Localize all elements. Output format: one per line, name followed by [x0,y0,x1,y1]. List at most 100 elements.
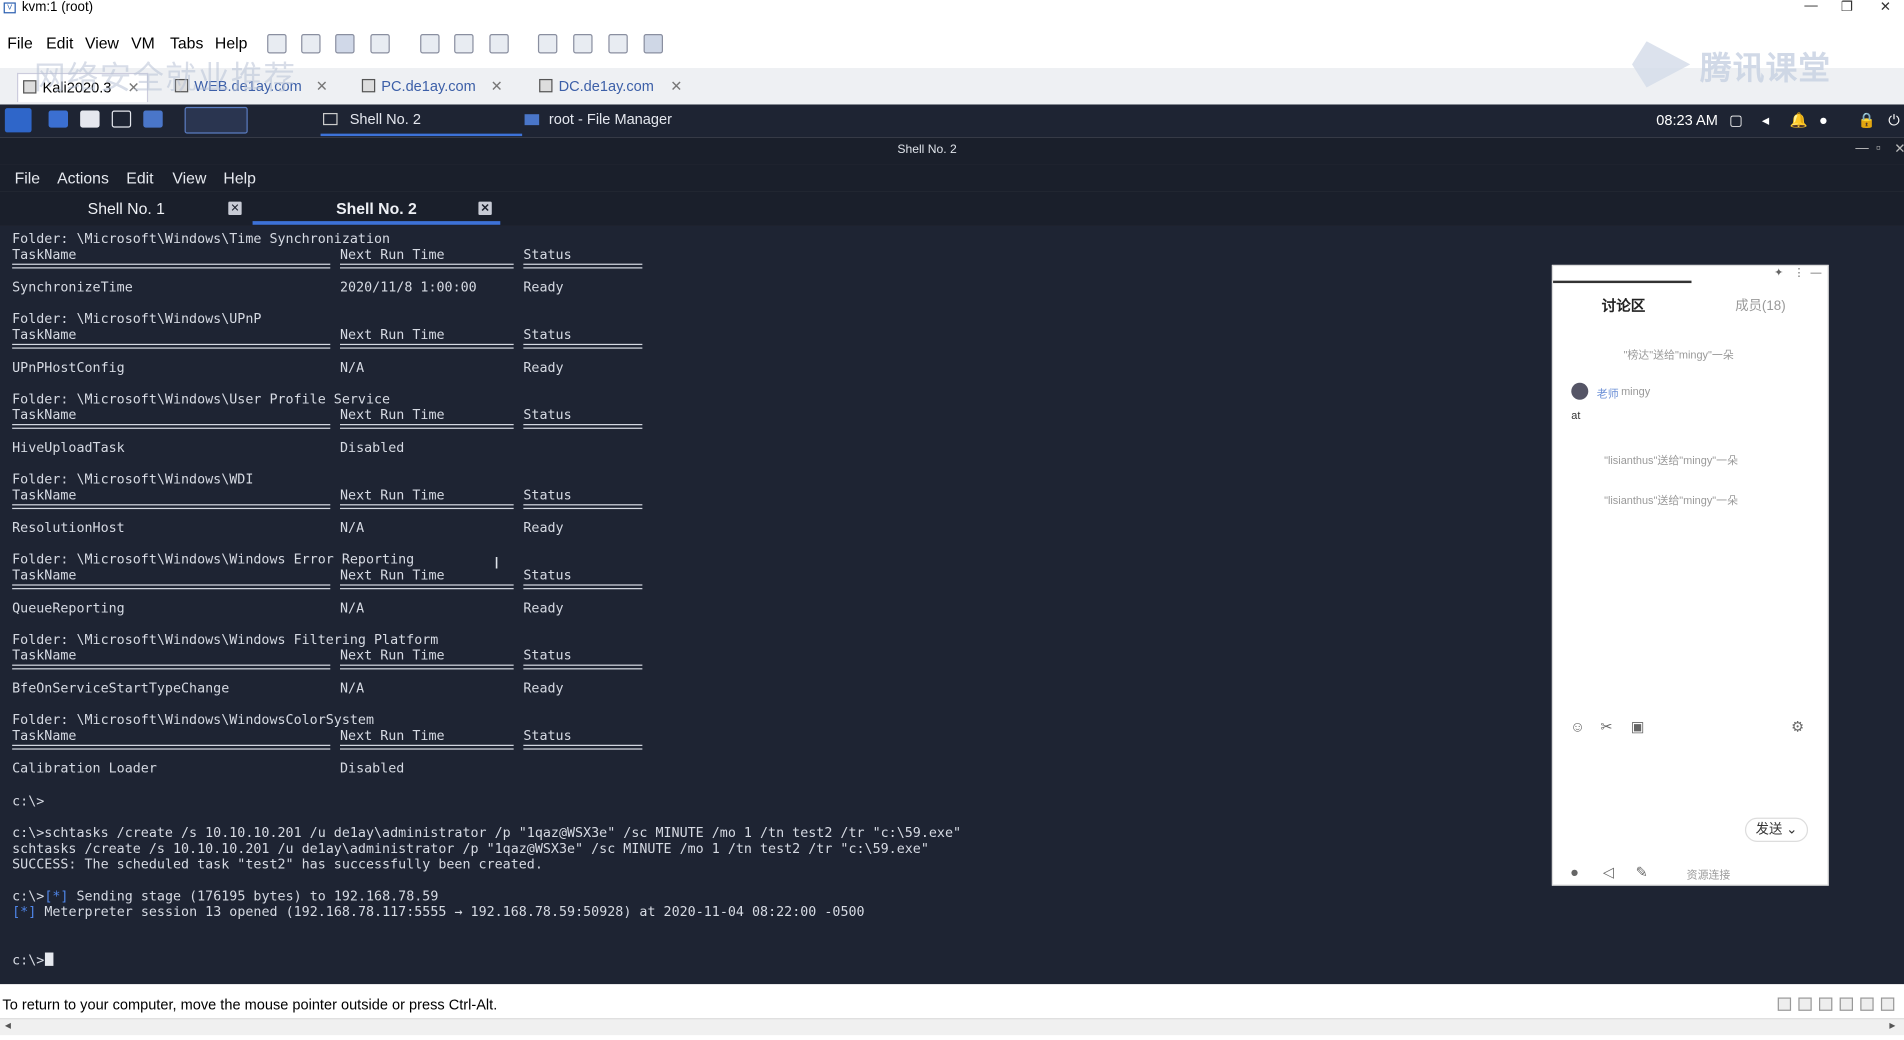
menu-vm[interactable]: VM [131,34,155,52]
show-desktop-icon[interactable] [48,110,69,128]
pause-icon[interactable] [301,34,321,54]
menu-tabs[interactable]: Tabs [170,34,203,52]
mouse-ibeam-cursor-icon: I [494,555,499,574]
send-button[interactable]: 发送 ⌄ [1744,817,1809,842]
restore-icon[interactable]: ❐ [1841,0,1853,15]
unity-icon[interactable] [643,34,664,54]
browser-icon[interactable] [143,110,163,128]
power-manager-icon[interactable]: ● [1819,112,1828,129]
minimize-icon[interactable]: — [1804,0,1817,13]
device-network-icon[interactable] [1839,997,1854,1011]
status-cell: Ready [523,600,564,616]
terminal-menu-help[interactable]: Help [223,169,255,187]
power-off-icon[interactable]: ⏻ [1888,112,1900,130]
horizontal-scrollbar[interactable]: ◂ ▸ [0,1018,1904,1036]
header-underline [340,664,514,670]
settings-icon[interactable]: ⚙ [1791,718,1804,735]
scroll-right-icon[interactable]: ▸ [1889,1019,1895,1032]
sidebar-icon[interactable] [537,34,558,54]
close-tab-icon[interactable]: ✕ [316,73,328,100]
column-header-taskname: TaskName [12,567,77,584]
close-tab-icon[interactable]: ✕ [491,73,503,100]
column-header-status: Status [523,487,572,503]
network-icon[interactable]: ◂ [1762,112,1769,129]
console-view-icon[interactable] [573,34,593,54]
task-file-manager[interactable]: root - File Manager [549,111,672,128]
menu-help[interactable]: Help [215,34,247,52]
close-icon[interactable]: ✕ [1880,0,1891,15]
terminal-close-icon[interactable]: ✕ [1894,141,1904,157]
tab-discussion[interactable]: 讨论区 [1602,295,1646,316]
image-icon[interactable]: ▣ [1631,718,1645,735]
header-underline [340,343,514,349]
power-icon[interactable] [267,34,287,54]
pin-icon[interactable]: ✦ [1774,266,1783,279]
menu-view[interactable]: View [85,34,119,52]
revert-snapshot-icon[interactable] [454,34,474,54]
resource-link[interactable]: 资源连接 [1687,866,1731,882]
notification-bell-icon[interactable]: 🔔 [1790,112,1808,129]
status-cell: Ready [523,680,564,697]
speaker-icon[interactable]: ◁ [1603,864,1614,881]
scroll-left-icon[interactable]: ◂ [5,1019,11,1032]
terminal-menu-edit[interactable]: Edit [126,169,153,187]
emoji-icon[interactable]: ☺ [1570,718,1585,735]
minimize-chat-icon[interactable]: — [1811,266,1822,278]
display-icon[interactable]: ▢ [1729,112,1743,129]
terminal-icon[interactable] [111,110,132,128]
device-usb-icon[interactable] [1819,997,1833,1011]
terminal-menu-actions[interactable]: Actions [57,169,109,187]
active-task-indicator [320,133,523,137]
task-name-cell: ResolutionHost [12,519,125,536]
terminal-title-bar: Shell No. 2 — ▫ ✕ [0,137,1904,165]
tab-shell-no1[interactable]: Shell No. 1 ✕ [2,196,250,225]
workspace-switcher[interactable] [184,106,248,134]
scissors-icon[interactable]: ✂ [1600,718,1612,735]
header-underline [12,744,331,750]
menu-edit[interactable]: Edit [46,34,73,52]
terminal-maximize-icon[interactable]: ▫ [1876,141,1881,156]
terminal-menu-view[interactable]: View [172,169,206,187]
play-icon[interactable] [335,34,355,54]
snapshot-icon[interactable] [420,34,440,54]
refresh-icon[interactable] [370,34,390,54]
vm-icon [361,78,376,93]
microphone-icon[interactable]: ● [1570,864,1579,881]
status-cell: Ready [523,359,564,376]
tab-shell-no2[interactable]: Shell No. 2 ✕ [252,196,501,225]
column-header-next-run: Next Run Time [340,567,445,584]
tab-members[interactable]: 成员(18) [1735,295,1785,314]
close-tab-icon[interactable]: ✕ [670,73,682,100]
snapshot-manager-icon[interactable] [489,34,509,54]
terminal-minimize-icon[interactable]: — [1855,141,1868,156]
close-tab-icon[interactable]: ✕ [228,201,242,216]
menu-file[interactable]: File [7,34,32,52]
next-run-cell: N/A [340,519,365,536]
header-underline [340,584,514,590]
device-cd-icon[interactable] [1798,997,1812,1011]
close-tab-icon[interactable]: ✕ [478,201,492,216]
fullscreen-icon[interactable] [608,34,628,54]
active-tab-underline [1553,280,1692,284]
device-hdd-icon[interactable] [1777,997,1792,1011]
more-icon[interactable]: ⋮ [1794,266,1805,279]
column-header-next-run: Next Run Time [340,647,445,664]
stage-prompt: c:\> [12,888,45,904]
header-underline [12,343,331,349]
panel-clock[interactable]: 08:23 AM [1656,112,1718,129]
stage-text: Sending stage (176195 bytes) to 192.168.… [68,888,439,904]
tool-icon[interactable]: ✎ [1636,864,1648,881]
terminal-menu-file[interactable]: File [15,169,40,187]
device-sound-icon[interactable] [1860,997,1874,1011]
terminal-tab-bar: Shell No. 1 ✕ Shell No. 2 ✕ [0,191,1904,226]
kali-menu-icon[interactable] [4,108,32,133]
vm-tab-dc[interactable]: DC.de1ay.com ✕ [534,73,692,102]
tab-label: Shell No. 1 [87,199,165,218]
lock-icon[interactable]: 🔒 [1858,112,1876,129]
task-shell-no2[interactable]: Shell No. 2 [350,111,421,128]
vm-tab-pc[interactable]: PC.de1ay.com ✕ [357,73,508,102]
folder-line: Folder: \Microsoft\Windows\WDI [12,471,254,488]
device-display-icon[interactable] [1880,997,1895,1011]
file-manager-icon[interactable] [80,110,100,128]
vm-tab-bar: Kali2020.3 ✕ WEB.de1ay.com ✕ PC.de1ay.co… [0,60,1904,105]
